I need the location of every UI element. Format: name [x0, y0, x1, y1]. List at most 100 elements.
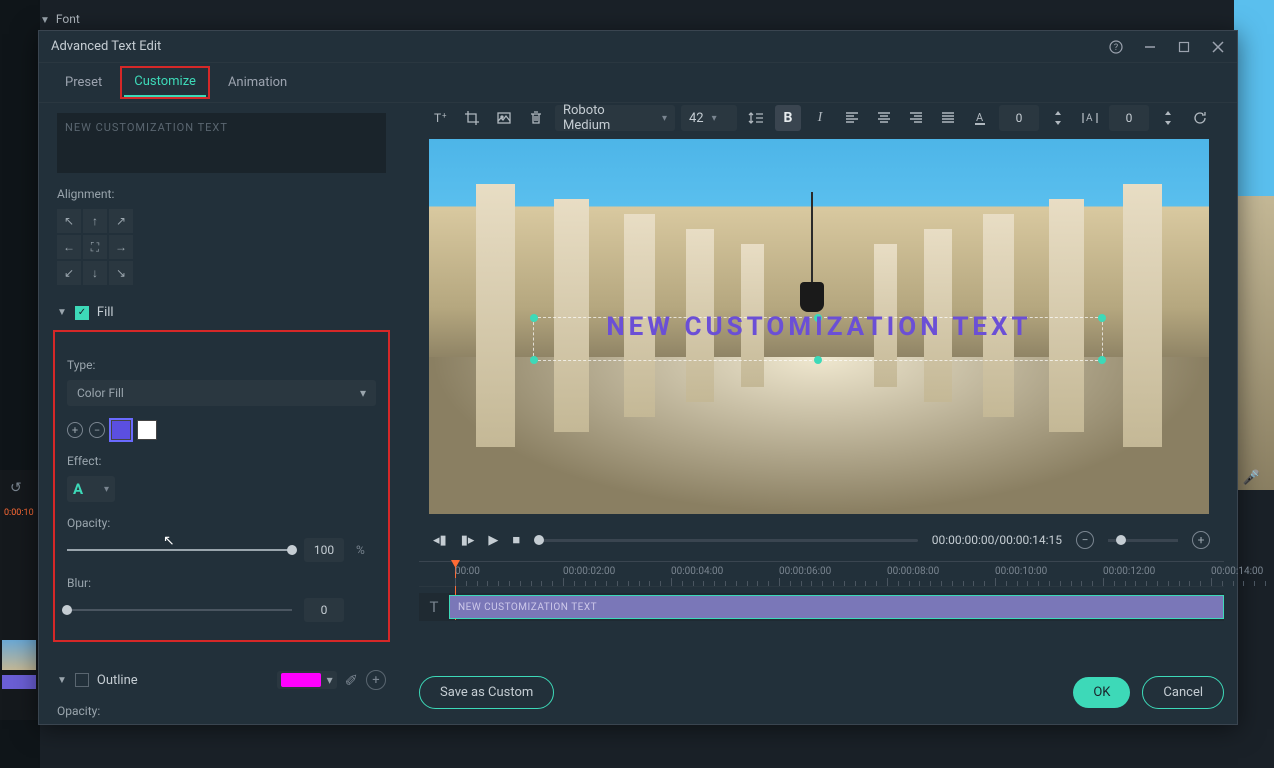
- bold-button[interactable]: B: [775, 105, 801, 131]
- italic-button[interactable]: I: [807, 105, 833, 131]
- text-input-preview[interactable]: NEW CUSTOMIZATION TEXT: [57, 113, 386, 173]
- svg-text:?: ?: [1114, 43, 1118, 53]
- zoom-out-button[interactable]: −: [1076, 531, 1094, 549]
- line-height-icon[interactable]: [743, 105, 769, 131]
- zoom-in-button[interactable]: +: [1192, 531, 1210, 549]
- fill-type-label: Type:: [67, 358, 376, 372]
- tab-preset[interactable]: Preset: [55, 69, 112, 96]
- align-top-left[interactable]: ↖: [57, 209, 81, 233]
- image-icon[interactable]: [491, 105, 517, 131]
- chevron-down-icon: ▼: [57, 675, 67, 686]
- stop-button[interactable]: ■: [512, 532, 520, 548]
- color-swatch-1[interactable]: [111, 420, 131, 440]
- crop-icon[interactable]: [459, 105, 485, 131]
- help-icon[interactable]: ?: [1109, 40, 1123, 54]
- bg-thumbnail: [2, 640, 36, 670]
- fill-label: Fill: [97, 305, 114, 320]
- align-bottom-center[interactable]: ↓: [83, 261, 107, 285]
- cancel-button[interactable]: Cancel: [1142, 676, 1224, 709]
- dialog-title: Advanced Text Edit: [51, 39, 1109, 54]
- timeline-ruler[interactable]: 00:0000:00:02:0000:00:04:0000:00:06:0000…: [419, 561, 1224, 587]
- letter-spacing-value[interactable]: 0: [999, 105, 1039, 131]
- svg-text:+: +: [442, 111, 447, 120]
- scrub-bar[interactable]: [534, 539, 917, 542]
- svg-text:A: A: [976, 111, 984, 124]
- align-top-center[interactable]: ↑: [83, 209, 107, 233]
- font-size-select[interactable]: 42▾: [681, 105, 737, 131]
- blur-slider[interactable]: [67, 609, 292, 611]
- align-center-icon[interactable]: [871, 105, 897, 131]
- spacing2-stepper-icon[interactable]: [1155, 105, 1181, 131]
- save-as-custom-button[interactable]: Save as Custom: [419, 676, 554, 709]
- effect-label: Effect:: [67, 454, 376, 468]
- color-swatch-2[interactable]: [137, 420, 157, 440]
- history-icon[interactable]: ↺: [10, 480, 22, 496]
- align-right-icon[interactable]: [903, 105, 929, 131]
- fill-section-header[interactable]: ▼ ✓ Fill: [57, 305, 386, 320]
- ruler-label: 00:00:14:00: [1211, 566, 1263, 577]
- zoom-slider[interactable]: [1108, 539, 1178, 542]
- dialog-titlebar: Advanced Text Edit ?: [39, 31, 1237, 63]
- ruler-label: 00:00:12:00: [1103, 566, 1155, 577]
- prev-frame-button[interactable]: ◂▮: [433, 533, 447, 548]
- outline-section-header[interactable]: ▼ Outline ▾ ✐ +: [57, 670, 386, 690]
- customize-panel: NEW CUSTOMIZATION TEXT Alignment: ↖ ↑ ↗ …: [39, 103, 404, 724]
- char-spacing-value[interactable]: 0: [1109, 105, 1149, 131]
- spacing-stepper-icon[interactable]: [1045, 105, 1071, 131]
- tab-customize[interactable]: Customize: [124, 68, 206, 97]
- minimize-button[interactable]: [1143, 40, 1157, 54]
- tab-animation[interactable]: Animation: [218, 69, 297, 96]
- preview-overlay-text[interactable]: NEW CUSTOMIZATION TEXT: [606, 312, 1031, 342]
- fill-type-select[interactable]: Color Fill▾: [67, 380, 376, 406]
- alignment-grid: ↖ ↑ ↗ ← ⛶ → ↙ ↓ ↘: [57, 209, 386, 285]
- char-spacing-icon[interactable]: A: [1077, 105, 1103, 131]
- ruler-label: 00:00:04:00: [671, 566, 723, 577]
- align-bottom-left[interactable]: ↙: [57, 261, 81, 285]
- bg-timecode: 0:00:10: [4, 508, 34, 518]
- close-button[interactable]: [1211, 40, 1225, 54]
- add-text-icon[interactable]: T+: [427, 105, 453, 131]
- remove-color-button[interactable]: −: [89, 422, 105, 438]
- timecode-display: 00:00:00:00/00:00:14:15: [932, 533, 1062, 547]
- align-justify-icon[interactable]: [935, 105, 961, 131]
- video-preview[interactable]: NEW CUSTOMIZATION TEXT: [429, 139, 1209, 514]
- add-color-button[interactable]: +: [67, 422, 83, 438]
- align-left-icon[interactable]: [839, 105, 865, 131]
- reset-icon[interactable]: [1187, 105, 1213, 131]
- chevron-down-icon: ▼: [57, 307, 67, 318]
- mic-icon[interactable]: 🎤: [1243, 470, 1260, 486]
- fill-checkbox[interactable]: ✓: [75, 306, 89, 320]
- align-middle-right[interactable]: →: [109, 235, 133, 259]
- outline-checkbox[interactable]: [75, 673, 89, 687]
- blur-label: Blur:: [67, 576, 376, 590]
- svg-text:T: T: [434, 111, 441, 125]
- playback-bar: ◂▮ ▮▸ ▶ ■ 00:00:00:00/00:00:14:15 − +: [419, 526, 1224, 554]
- align-middle-left[interactable]: ←: [57, 235, 81, 259]
- opacity-slider[interactable]: [67, 549, 292, 551]
- opacity-value[interactable]: 100: [304, 538, 344, 562]
- bg-clip-strip: [2, 675, 36, 689]
- svg-text:A: A: [1086, 113, 1093, 124]
- maximize-button[interactable]: [1177, 40, 1191, 54]
- font-family-select[interactable]: Roboto Medium▾: [555, 105, 675, 131]
- outline-color-swatch: [281, 673, 321, 687]
- delete-icon[interactable]: [523, 105, 549, 131]
- align-top-right[interactable]: ↗: [109, 209, 133, 233]
- bg-font-header: ▼Font: [40, 12, 80, 26]
- align-middle-center[interactable]: ⛶: [83, 235, 107, 259]
- play-button[interactable]: ▶: [488, 533, 498, 548]
- text-color-icon[interactable]: A: [967, 105, 993, 131]
- outline-label: Outline: [97, 673, 138, 688]
- next-frame-button[interactable]: ▮▸: [461, 533, 475, 548]
- eyedropper-icon[interactable]: ✐: [345, 671, 358, 690]
- text-clip[interactable]: NEW CUSTOMIZATION TEXT: [449, 595, 1224, 619]
- text-track: T NEW CUSTOMIZATION TEXT: [419, 593, 1224, 621]
- blur-value[interactable]: 0: [304, 598, 344, 622]
- ok-button[interactable]: OK: [1073, 677, 1130, 708]
- ruler-label: 00:00:02:00: [563, 566, 615, 577]
- align-bottom-right[interactable]: ↘: [109, 261, 133, 285]
- add-outline-button[interactable]: +: [366, 670, 386, 690]
- outline-color-select[interactable]: ▾: [277, 671, 337, 689]
- effect-select[interactable]: A▾: [67, 476, 115, 502]
- ruler-label: 00:00: [455, 566, 480, 577]
